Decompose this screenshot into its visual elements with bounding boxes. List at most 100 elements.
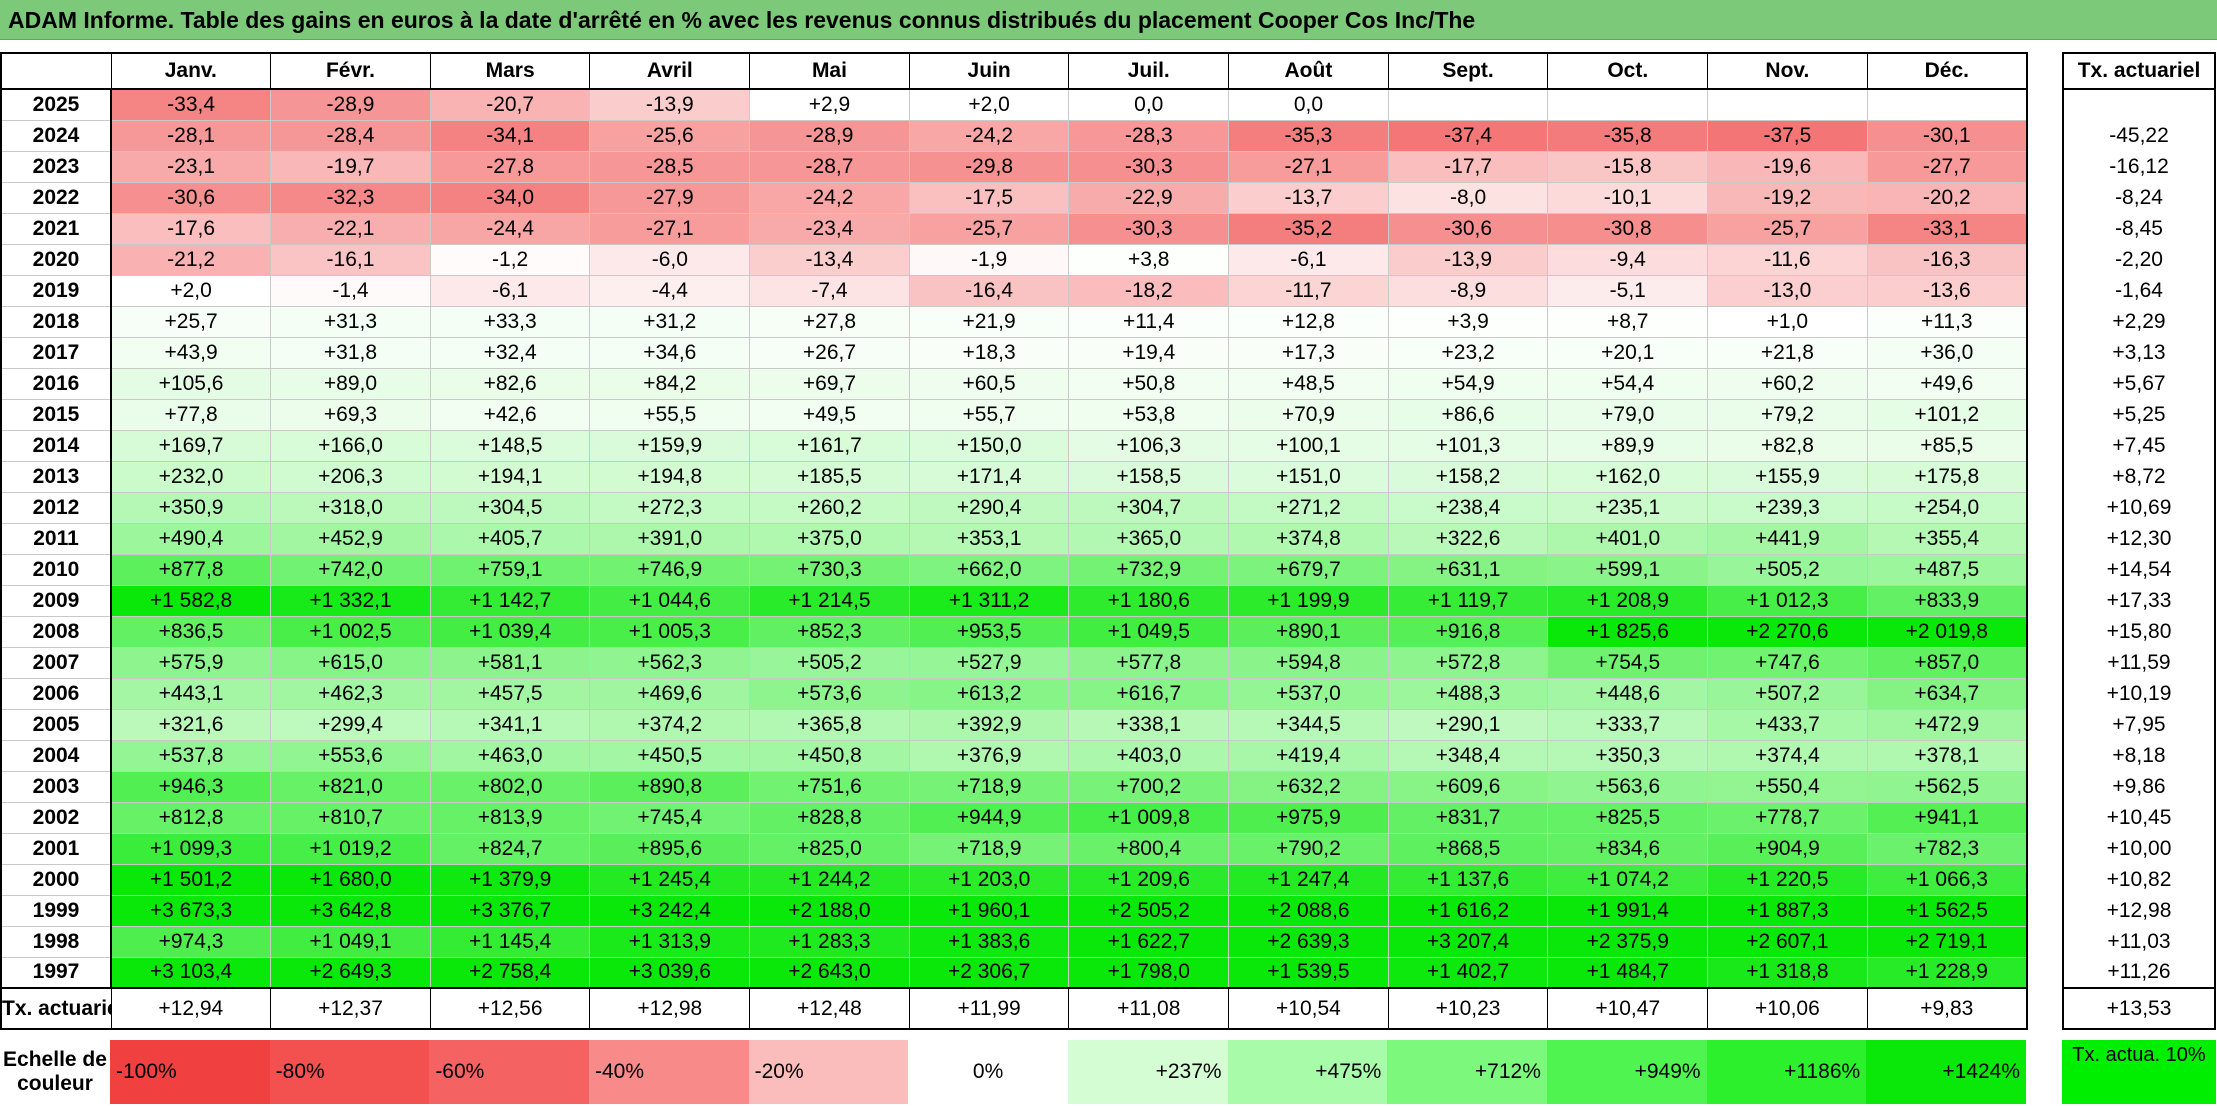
gain-cell: +3 103,4: [110, 956, 272, 989]
color-scale-step: +949%: [1546, 1040, 1707, 1104]
gain-cell: +1 012,3: [1707, 584, 1868, 617]
gain-cell: +834,6: [1547, 832, 1709, 865]
gain-cell: +946,3: [110, 770, 272, 803]
tx-value: +7,45: [2112, 433, 2166, 457]
gain-cell: +338,1: [1068, 708, 1230, 741]
gain-cell: +159,9: [589, 429, 751, 462]
table-row: 2003 +946,3 +821,0 +802,0 +890,8 +751,6 +718,9…: [1, 770, 2028, 803]
gain-cell: +374,2: [589, 708, 751, 741]
tx-row: +11,03: [2063, 926, 2215, 957]
gain-cell: +1 318,8: [1707, 956, 1868, 989]
gain-cell: -25,7: [908, 212, 1070, 245]
month-header: Mars: [429, 52, 591, 90]
gain-cell: -21,2: [110, 243, 272, 276]
month-header: Juil.: [1068, 52, 1230, 90]
gain-cell: -27,1: [1228, 150, 1389, 183]
tx-row: -45,22: [2063, 120, 2215, 151]
gain-cell: +507,2: [1707, 677, 1868, 710]
gain-cell: +69,3: [270, 398, 431, 431]
year-label: 2023: [1, 150, 112, 183]
gain-cell: +11,4: [1068, 305, 1230, 338]
gain-cell: +304,7: [1068, 491, 1230, 524]
gain-cell: +2 649,3: [270, 956, 431, 989]
gain-cell: +813,9: [429, 801, 591, 834]
gain-cell: +26,7: [749, 336, 910, 369]
gain-cell: +490,4: [110, 522, 272, 555]
gain-cell: +32,4: [429, 336, 591, 369]
gain-cell: -22,9: [1068, 181, 1230, 214]
gain-cell: -5,1: [1547, 274, 1709, 307]
gain-cell: +1 220,5: [1707, 863, 1868, 896]
gain-cell: +151,0: [1228, 460, 1389, 493]
gain-cell: +505,2: [749, 646, 910, 679]
gain-cell: +857,0: [1866, 646, 2028, 679]
gain-cell: +31,3: [270, 305, 431, 338]
year-label: 1997: [1, 956, 112, 989]
month-header: Janv.: [110, 52, 272, 90]
tx-row: -16,12: [2063, 151, 2215, 182]
gain-cell: -11,7: [1228, 274, 1389, 307]
gain-cell: +1 228,9: [1866, 956, 2028, 989]
tx-row: +15,80: [2063, 616, 2215, 647]
gain-cell: +194,8: [589, 460, 751, 493]
gain-cell: +810,7: [270, 801, 431, 834]
gain-cell: +975,9: [1228, 801, 1389, 834]
gain-cell: +25,7: [110, 305, 272, 338]
gain-cell: +60,5: [908, 367, 1070, 400]
gain-cell: +1 142,7: [429, 584, 591, 617]
gain-cell: +54,4: [1547, 367, 1709, 400]
gain-cell: +100,1: [1228, 429, 1389, 462]
color-scale-step: 0%: [908, 1040, 1068, 1104]
gain-cell: +2 639,3: [1228, 925, 1389, 958]
gain-cell: +1 245,4: [589, 863, 751, 896]
gain-cell: +833,9: [1866, 584, 2028, 617]
footer-tx-cell: +11,08: [1068, 987, 1230, 1030]
gain-cell: -1,4: [270, 274, 431, 307]
gain-cell: +1 562,5: [1866, 894, 2028, 927]
gain-cell: +1 960,1: [908, 894, 1070, 927]
tx-row: +10,69: [2063, 492, 2215, 523]
tx-row: -1,64: [2063, 275, 2215, 306]
gain-cell: +563,6: [1547, 770, 1709, 803]
gain-cell: +812,8: [110, 801, 272, 834]
gain-cell: -34,1: [429, 119, 591, 152]
tx-row: +14,54: [2063, 554, 2215, 585]
gain-cell: +609,6: [1387, 770, 1549, 803]
gain-cell: +1 991,4: [1547, 894, 1709, 927]
gain-cell: +594,8: [1228, 646, 1389, 679]
tx-actuariel-header: Tx. actuariel: [2063, 53, 2215, 90]
gain-cell: +376,9: [908, 739, 1070, 772]
gain-cell: [1707, 88, 1868, 121]
color-scale-step: -40%: [588, 1040, 749, 1104]
gain-cell: +1 049,1: [270, 925, 431, 958]
gain-cell: +353,1: [908, 522, 1070, 555]
year-label: 2012: [1, 491, 112, 524]
gain-cell: +615,0: [270, 646, 431, 679]
table-row: 1998 +974,3 +1 049,1 +1 145,4 +1 313,9 +1 283…: [1, 925, 2028, 958]
tx-value: +12,98: [2106, 898, 2172, 922]
gain-cell: +1 402,7: [1387, 956, 1549, 989]
gain-cell: -19,2: [1707, 181, 1868, 214]
gain-cell: +634,7: [1866, 677, 2028, 710]
gain-cell: +3 376,7: [429, 894, 591, 927]
footer-tx-cell: +10,06: [1707, 987, 1868, 1030]
gain-cell: +350,3: [1547, 739, 1709, 772]
gain-cell: -23,1: [110, 150, 272, 183]
gain-cell: +450,8: [749, 739, 910, 772]
gain-cell: +747,6: [1707, 646, 1868, 679]
tx-row: -8,45: [2063, 213, 2215, 244]
tx-actuariel-footer-row: Tx. actuariel+12,94+12,37+12,56+12,98+12…: [0, 987, 2028, 1030]
gain-cell: -19,6: [1707, 150, 1868, 183]
gain-cell: +3,8: [1068, 243, 1230, 276]
gain-cell: +852,3: [749, 615, 910, 648]
table-row: 2002 +812,8 +810,7 +813,9 +745,4 +828,8 +944,9…: [1, 801, 2028, 834]
gain-cell: +802,0: [429, 770, 591, 803]
gain-cell: -30,3: [1068, 150, 1230, 183]
table-row: 1999 +3 673,3 +3 642,8 +3 376,7 +3 242,4 +2 1…: [1, 894, 2028, 927]
gain-cell: +31,2: [589, 305, 751, 338]
color-scale-step: +237%: [1067, 1040, 1228, 1104]
tx-value: +10,82: [2106, 867, 2172, 891]
gain-cell: +299,4: [270, 708, 431, 741]
gain-cell: +1 180,6: [1068, 584, 1230, 617]
tx-row: +10,45: [2063, 802, 2215, 833]
